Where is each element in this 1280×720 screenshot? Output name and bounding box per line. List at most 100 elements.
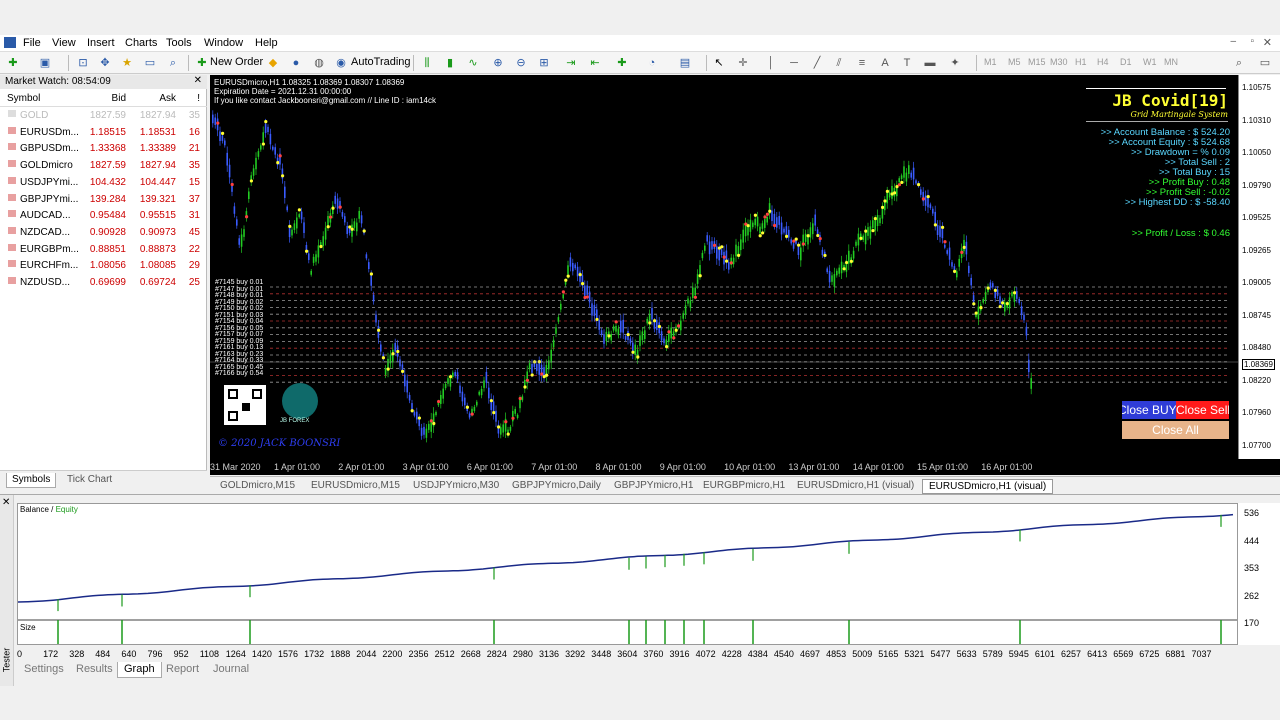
trendline-icon[interactable]: ╱ [810, 56, 824, 70]
tf-m1[interactable]: M1 [984, 57, 997, 67]
market-watch-row[interactable]: GOLDmicro 1827.59 1827.94 35 [0, 157, 207, 174]
autotrading-icon[interactable]: ◉ [334, 56, 348, 70]
indicators-icon[interactable]: ✚ [615, 56, 629, 70]
tf-d1[interactable]: D1 [1120, 57, 1132, 67]
close-buy-button[interactable]: Close BUY [1122, 401, 1176, 419]
tf-m5[interactable]: M5 [1008, 57, 1021, 67]
templates-icon[interactable]: ▤ [678, 56, 692, 70]
tf-h1[interactable]: H1 [1075, 57, 1087, 67]
menu-view[interactable]: View [52, 37, 76, 49]
tab-results[interactable]: Results [70, 662, 119, 678]
chart-tab[interactable]: GOLDmicro,M15 [214, 479, 301, 494]
chat-icon[interactable]: ▭ [1258, 56, 1272, 70]
tf-w1[interactable]: W1 [1143, 57, 1157, 67]
periods-icon[interactable]: ◔ [645, 56, 659, 70]
market-watch-row[interactable]: EURGBPm... 0.88851 0.88873 22 [0, 241, 207, 258]
close-sell-button[interactable]: Close Sell [1176, 401, 1229, 419]
tf-m30[interactable]: M30 [1050, 57, 1068, 67]
candle [663, 338, 665, 344]
market-watch-row[interactable]: AUDCAD... 0.95484 0.95515 31 [0, 207, 207, 224]
search-icon[interactable]: ⌕ [1232, 56, 1246, 70]
graph-x-label: 6413 [1087, 649, 1108, 659]
metaeditor-icon[interactable]: ◆ [266, 56, 280, 70]
text-icon[interactable]: A [878, 56, 892, 70]
signals-icon[interactable]: ● [289, 56, 303, 70]
data-window-icon[interactable]: ✥ [98, 56, 112, 70]
market-icon[interactable]: ◍ [312, 56, 326, 70]
balance-graph[interactable]: Balance / Equity Size [17, 503, 1238, 645]
line-chart-icon[interactable]: ∿ [466, 56, 480, 70]
tab-symbols[interactable]: Symbols [6, 473, 57, 488]
navigator-icon[interactable]: ★ [120, 56, 134, 70]
minimize-icon[interactable]: – [1230, 36, 1236, 47]
profiles-icon[interactable]: ▣ [38, 56, 52, 70]
chart-tab[interactable]: EURUSDmicro,H1 (visual) [922, 479, 1054, 494]
menu-help[interactable]: Help [255, 37, 278, 49]
menu-window[interactable]: Window [204, 37, 243, 49]
crosshair-icon[interactable]: ✛ [736, 56, 750, 70]
market-watch-row[interactable]: USDJPYmi... 104.432 104.447 15 [0, 174, 207, 191]
zoom-in-icon[interactable]: ⊕ [491, 56, 505, 70]
fibonacci-icon[interactable]: ≡ [855, 56, 869, 70]
shapes-icon[interactable]: ✦ [948, 56, 962, 70]
menu-tools[interactable]: Tools [166, 37, 192, 49]
menu-charts[interactable]: Charts [125, 37, 157, 49]
col-spread[interactable]: ! [197, 93, 200, 104]
horizontal-line-icon[interactable]: ─ [787, 56, 801, 70]
tile-windows-icon[interactable]: ⊞ [537, 56, 551, 70]
tab-report[interactable]: Report [160, 662, 205, 678]
chart-tab[interactable]: GBPJPYmicro,Daily [506, 479, 607, 494]
tf-h4[interactable]: H4 [1097, 57, 1109, 67]
market-watch-close-icon[interactable]: ✕ [194, 75, 202, 86]
col-bid[interactable]: Bid [112, 93, 126, 104]
market-watch-row[interactable]: GBPJPYmi... 139.284 139.321 37 [0, 191, 207, 208]
vertical-line-icon[interactable]: │ [764, 56, 778, 70]
new-order-button[interactable]: New Order [210, 56, 263, 68]
price-axis[interactable]: 1.10575 1.10310 1.10050 1.09790 1.09525 1.092… [1238, 75, 1280, 459]
market-watch-row[interactable]: EURUSDm... 1.18515 1.18531 16 [0, 124, 207, 141]
col-ask[interactable]: Ask [159, 93, 176, 104]
zoom-out-icon[interactable]: ⊖ [514, 56, 528, 70]
tab-journal[interactable]: Journal [207, 662, 255, 678]
chart-tab[interactable]: GBPJPYmicro,H1 [608, 479, 699, 494]
menu-insert[interactable]: Insert [87, 37, 115, 49]
close-icon[interactable]: ✕ [1263, 36, 1272, 49]
text-label-icon[interactable]: T [900, 56, 914, 70]
col-symbol[interactable]: Symbol [7, 93, 40, 104]
new-chart-icon[interactable]: ✚ [6, 56, 20, 70]
restore-icon[interactable]: ▫ [1250, 36, 1254, 47]
market-watch-row[interactable]: GBPUSDm... 1.33368 1.33389 21 [0, 140, 207, 157]
market-watch-row[interactable]: NZDUSD... 0.69699 0.69724 25 [0, 274, 207, 291]
autoscroll-icon[interactable]: ⇤ [588, 56, 602, 70]
chart-tab[interactable]: USDJPYmicro,M30 [407, 479, 505, 494]
tab-tick-chart[interactable]: Tick Chart [62, 473, 117, 488]
chart-tab[interactable]: EURUSDmicro,H1 (visual) [791, 479, 920, 494]
market-watch-row[interactable]: GOLD 1827.59 1827.94 35 [0, 107, 207, 124]
candle-chart-icon[interactable]: ▮ [443, 56, 457, 70]
cursor-icon[interactable]: ↖ [712, 56, 726, 70]
chart-shift-icon[interactable]: ⇥ [564, 56, 578, 70]
time-axis[interactable]: 31 Mar 2020 1 Apr 01:00 2 Apr 01:00 3 Apr 0… [210, 459, 1280, 475]
strategy-tester-icon[interactable]: ⌕ [166, 56, 180, 70]
autotrading-button[interactable]: AutoTrading [351, 56, 411, 68]
tf-mn[interactable]: MN [1164, 57, 1178, 67]
market-watch-row[interactable]: NZDCAD... 0.90928 0.90973 45 [0, 224, 207, 241]
bar-chart-icon[interactable]: ⫼ [420, 56, 434, 70]
tester-close-icon[interactable]: ✕ [2, 497, 10, 508]
tab-settings[interactable]: Settings [18, 662, 70, 678]
price-chart[interactable]: EURUSDmicro,H1 1.08325 1.08369 1.08307 1… [210, 75, 1238, 459]
trade-marker [960, 250, 964, 254]
tf-m15[interactable]: M15 [1028, 57, 1046, 67]
new-order-icon[interactable]: ✚ [195, 56, 209, 70]
tab-graph[interactable]: Graph [117, 662, 162, 678]
chart-tab[interactable]: EURGBPmicro,H1 [697, 479, 791, 494]
close-all-button[interactable]: Close All [1122, 421, 1229, 439]
channel-icon[interactable]: ⫽ [832, 56, 846, 70]
ask-value: 104.447 [139, 176, 176, 188]
chart-tab[interactable]: EURUSDmicro,M15 [305, 479, 406, 494]
market-watch-icon[interactable]: ⊡ [76, 56, 90, 70]
terminal-icon[interactable]: ▭ [143, 56, 157, 70]
menu-file[interactable]: File [23, 37, 41, 49]
arrows-icon[interactable]: ▬ [923, 56, 937, 70]
market-watch-row[interactable]: EURCHFm... 1.08056 1.08085 29 [0, 257, 207, 274]
